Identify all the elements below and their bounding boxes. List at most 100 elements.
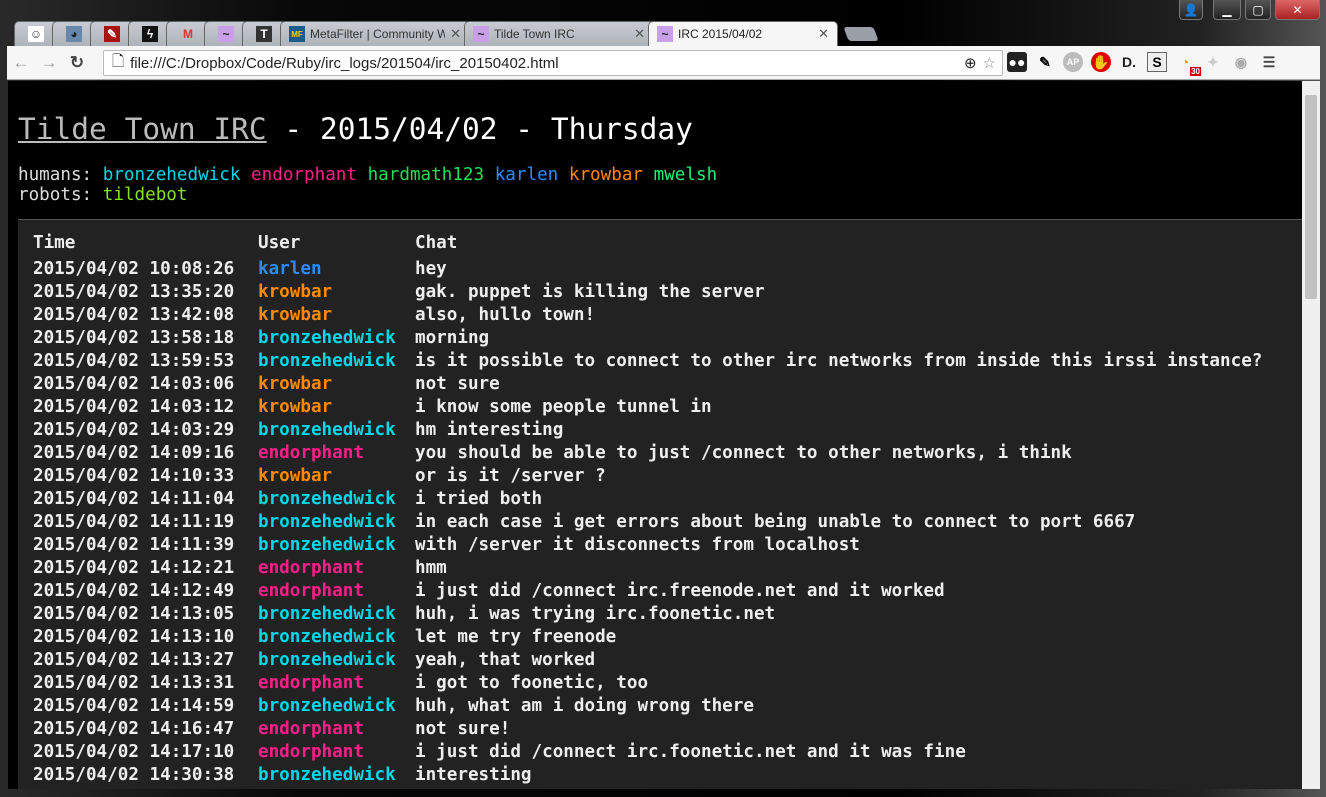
close-tab-icon[interactable]: ✕ — [634, 26, 645, 42]
cell-time: 2015/04/02 14:11:19 — [33, 512, 235, 532]
cell-time: 2015/04/02 14:09:16 — [33, 443, 235, 463]
forward-button[interactable]: → — [35, 53, 63, 73]
table-row: 2015/04/02 14:11:04 bronzehedwick i tried … — [33, 489, 1262, 512]
user-name: hardmath123 — [367, 165, 485, 185]
cell-user: bronzehedwick — [258, 765, 396, 785]
cell-time: 2015/04/02 14:11:04 — [33, 489, 235, 509]
cell-user: bronzehedwick — [258, 420, 396, 440]
cell-message: is it possible to connect to other irc n… — [415, 351, 1263, 371]
metafilter-icon: MF — [289, 26, 305, 42]
tab[interactable]: MF MetaFilter | Community W ✕ — [280, 21, 470, 46]
close-tab-icon[interactable]: ✕ — [818, 26, 829, 42]
rss-icon[interactable]: ◔ 30 — [1175, 52, 1201, 76]
cell-user: bronzehedwick — [258, 627, 396, 647]
cell-time: 2015/04/02 14:11:39 — [33, 535, 235, 555]
table-row: 2015/04/02 10:08:26 karlen hey — [33, 259, 1262, 282]
d-extension-icon[interactable]: D. — [1119, 52, 1139, 72]
adblock-icon[interactable]: ✋ — [1091, 52, 1111, 72]
rewind-icon[interactable]: ◉ — [1231, 52, 1251, 72]
cell-message: interesting — [415, 765, 532, 785]
bookmark-star-icon[interactable]: ☆ — [983, 54, 996, 72]
tab[interactable]: ~ Tilde Town IRC ✕ — [464, 21, 654, 46]
cell-time: 2015/04/02 14:13:31 — [33, 673, 235, 693]
title-date: - 2015/04/02 - Thursday — [266, 112, 693, 146]
table-row: 2015/04/02 14:30:38 bronzehedwick interest… — [33, 765, 1262, 788]
header-user: User — [258, 233, 301, 253]
cell-time: 2015/04/02 14:12:49 — [33, 581, 235, 601]
url-text[interactable]: file:///C:/Dropbox/Code/Ruby/irc_logs/20… — [130, 55, 964, 72]
table-row: 2015/04/02 14:13:27 bronzehedwick yeah, th… — [33, 650, 1262, 673]
cell-time: 2015/04/02 14:10:33 — [33, 466, 235, 486]
tilde-icon: ~ — [218, 26, 234, 42]
title-link[interactable]: Tilde Town IRC — [18, 112, 267, 146]
cell-time: 2015/04/02 10:08:26 — [33, 259, 235, 279]
table-row: 2015/04/02 14:09:16 endorphant you should … — [33, 443, 1262, 466]
cell-message: you should be able to just /connect to o… — [415, 443, 1072, 463]
pushpin-red-icon: ✎ — [104, 26, 120, 42]
maximize-button[interactable]: ▢ — [1245, 0, 1271, 20]
humans-label: humans: — [18, 165, 93, 185]
cell-time: 2015/04/02 14:12:21 — [33, 558, 235, 578]
table-row: 2015/04/02 14:13:10 bronzehedwick let me t… — [33, 627, 1262, 650]
reload-button[interactable]: ↻ — [63, 53, 91, 73]
page-icon: 🗋 — [112, 52, 125, 70]
cell-message: hey — [415, 259, 447, 279]
cell-message: hm interesting — [415, 420, 564, 440]
toolbar: ← → ↻ 🗋 file:///C:/Dropbox/Code/Ruby/irc… — [7, 46, 1320, 80]
cell-time: 2015/04/02 13:42:08 — [33, 305, 235, 325]
cell-message: morning — [415, 328, 490, 348]
table-row: 2015/04/02 13:59:53 bronzehedwick is it po… — [33, 351, 1262, 374]
pushpin-icon[interactable]: ✎ — [1035, 52, 1055, 72]
tab-active[interactable]: ~ IRC 2015/04/02 ✕ — [648, 21, 838, 46]
cell-message: huh, i was trying irc.foonetic.net — [415, 604, 776, 624]
close-window-button[interactable]: ✕ — [1275, 0, 1320, 20]
address-bar[interactable]: 🗋 file:///C:/Dropbox/Code/Ruby/irc_logs/… — [103, 50, 1003, 76]
user-name: mwelsh — [653, 165, 718, 185]
table-row: 2015/04/02 14:03:06 krowbar not sure — [33, 374, 1262, 397]
tab-strip: ☺ ◕ ✎ ϟ M ~ T MF MetaFilter | Community W ✕ ~ Tilde… — [14, 21, 879, 46]
s-extension-icon[interactable]: S — [1147, 52, 1167, 72]
cell-message: i know some people tunnel in — [415, 397, 712, 417]
minimize-button[interactable]: ▁ — [1213, 0, 1241, 20]
table-row: 2015/04/02 14:17:10 endorphant i just did … — [33, 742, 1262, 765]
table-row: 2015/04/02 13:35:20 krowbar gak. puppet is… — [33, 282, 1262, 305]
scrollbar-thumb[interactable] — [1305, 95, 1317, 299]
cell-message: also, hullo town! — [415, 305, 596, 325]
cell-user: endorphant — [258, 742, 364, 762]
table-row: 2015/04/02 14:11:19 bronzehedwick in each … — [33, 512, 1262, 535]
robots-line: robots: tildebot — [18, 185, 717, 205]
scrollbar[interactable] — [1302, 81, 1320, 789]
zoom-icon[interactable]: ⊕ — [964, 54, 977, 72]
user-name: karlen — [494, 165, 559, 185]
bird-icon[interactable]: ✦ — [1203, 52, 1223, 72]
cell-user: krowbar — [258, 397, 333, 417]
new-tab-button[interactable] — [843, 27, 879, 41]
cell-message: i just did /connect irc.foonetic.net and… — [415, 742, 966, 762]
cell-user: endorphant — [258, 443, 364, 463]
cell-user: endorphant — [258, 558, 364, 578]
cell-user: karlen — [258, 259, 322, 279]
close-tab-icon[interactable]: ✕ — [450, 26, 461, 42]
user-name: krowbar — [568, 165, 644, 185]
cell-user: bronzehedwick — [258, 650, 396, 670]
cell-user: bronzehedwick — [258, 512, 396, 532]
cell-user: krowbar — [258, 374, 333, 394]
cell-user: bronzehedwick — [258, 696, 396, 716]
table-row: 2015/04/02 14:13:05 bronzehedwick huh, i w… — [33, 604, 1262, 627]
ap-icon[interactable]: AP — [1063, 52, 1083, 72]
back-button[interactable]: ← — [7, 53, 35, 73]
cell-time: 2015/04/02 14:13:27 — [33, 650, 235, 670]
tab-title: MetaFilter | Community W — [310, 27, 446, 41]
cell-message: gak. puppet is killing the server — [415, 282, 765, 302]
gmail-icon: M — [183, 27, 193, 41]
user-name: endorphant — [251, 165, 357, 185]
profile-button[interactable]: 👤 — [1179, 0, 1203, 20]
header-chat: Chat — [415, 233, 458, 253]
menu-icon[interactable]: ☰ — [1259, 52, 1279, 72]
cell-message: hmm — [415, 558, 447, 578]
cell-user: krowbar — [258, 305, 333, 325]
table-row: 2015/04/02 14:16:47 endorphant not sure! — [33, 719, 1262, 742]
cell-time: 2015/04/02 14:14:59 — [33, 696, 235, 716]
tilde-icon: ~ — [473, 26, 489, 42]
tampermonkey-icon[interactable]: ●● — [1007, 52, 1027, 72]
